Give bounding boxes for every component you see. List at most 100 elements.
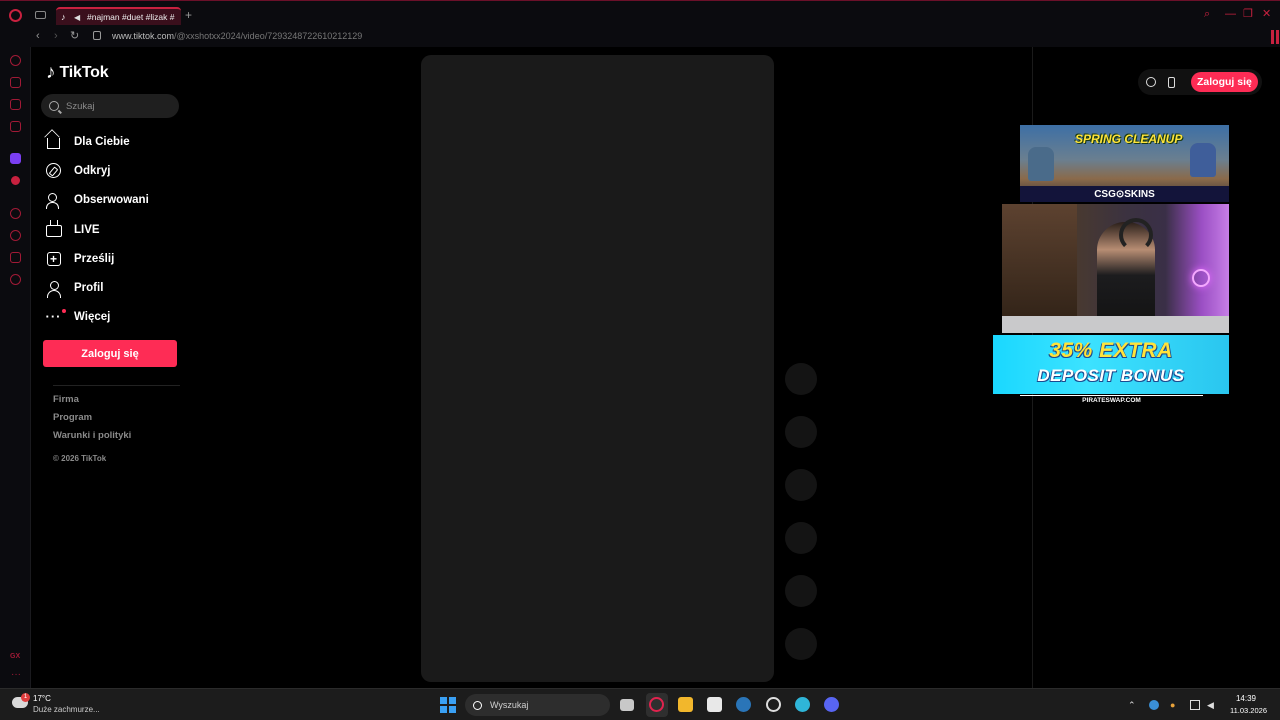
- opera-sidebar: GX ···: [0, 47, 31, 688]
- extensions-icon[interactable]: [10, 252, 21, 263]
- pinboard-icon[interactable]: [1271, 30, 1274, 44]
- store-icon[interactable]: [707, 697, 722, 712]
- maximize-button[interactable]: ❐: [1243, 9, 1253, 20]
- clock-date[interactable]: 11.03.2026: [1230, 706, 1267, 715]
- file-explorer-icon[interactable]: [678, 697, 693, 712]
- nav-item-for-you[interactable]: Dla Ciebie: [45, 127, 149, 156]
- news-icon[interactable]: [10, 121, 21, 132]
- action-button-placeholder[interactable]: [785, 416, 817, 448]
- history-icon[interactable]: [10, 230, 21, 241]
- weather-temperature[interactable]: 17°C: [33, 694, 51, 703]
- desk-image: [1002, 316, 1229, 333]
- nav-label: Profil: [74, 282, 104, 295]
- search-tabs-icon[interactable]: ⌕: [1204, 9, 1210, 20]
- workspaces-icon[interactable]: [35, 11, 46, 19]
- taskbar-search-input[interactable]: [490, 700, 590, 710]
- taskbar-search[interactable]: [465, 694, 610, 716]
- weather-description[interactable]: Duże zachmurze...: [33, 705, 100, 714]
- footer-link-company[interactable]: Firma: [53, 394, 131, 412]
- reload-button[interactable]: ↻: [70, 30, 79, 42]
- copyright: © 2026 TikTok: [53, 454, 107, 463]
- address-bar: ‹ › ↻ www.tiktok.com/@xxshotxx2024/video…: [0, 27, 1280, 47]
- footer: Firma Program Warunki i polityki © 2026 …: [53, 394, 131, 466]
- task-view-icon[interactable]: [620, 699, 634, 711]
- ad-title: SPRING CLEANUP: [1075, 132, 1183, 146]
- browser-tab[interactable]: ♪ ◀ #najman #duet #lizak #: [56, 7, 181, 25]
- settings-icon[interactable]: [10, 274, 21, 285]
- top-actions: Zaloguj się: [1138, 69, 1262, 95]
- network-icon[interactable]: [1190, 700, 1200, 710]
- action-button-placeholder[interactable]: [785, 469, 817, 501]
- nav-label: Więcej: [74, 311, 111, 324]
- nav-item-profile[interactable]: Profil: [45, 273, 149, 302]
- back-button[interactable]: ‹: [36, 30, 40, 42]
- app-icon[interactable]: [766, 697, 781, 712]
- neon-sign-image: [1192, 269, 1210, 287]
- tiktok-favicon-icon: ♪: [61, 12, 66, 22]
- tray-app-icon[interactable]: [1149, 700, 1159, 710]
- minimize-button[interactable]: —: [1225, 9, 1236, 20]
- tiktok-logo-text: TikTok: [59, 64, 109, 81]
- clock-time[interactable]: 14:39: [1236, 694, 1256, 703]
- browser-tab-bar: ♪ ◀ #najman #duet #lizak # + ⌕ — ❐ ✕: [0, 0, 1280, 27]
- main-nav: Dla Ciebie Odkryj Obserwowani LIVE + Prz…: [45, 127, 149, 332]
- nav-item-more[interactable]: ··· Więcej: [45, 303, 149, 332]
- action-button-placeholder[interactable]: [785, 522, 817, 554]
- youtube-icon[interactable]: [11, 176, 20, 185]
- chevron-up-icon[interactable]: ⌃: [1128, 700, 1138, 710]
- windows-start-icon[interactable]: [440, 697, 456, 713]
- edge-icon[interactable]: [795, 697, 810, 712]
- search-box[interactable]: [41, 94, 179, 118]
- action-button-placeholder[interactable]: [785, 628, 817, 660]
- nav-item-live[interactable]: LIVE: [45, 215, 149, 244]
- search-icon: [49, 101, 59, 111]
- sidebar-more-icon[interactable]: ···: [11, 669, 21, 680]
- gx-control-icon[interactable]: GX: [10, 653, 20, 660]
- nav-item-following[interactable]: Obserwowani: [45, 186, 149, 215]
- nav-label: Obserwowani: [74, 194, 149, 207]
- live-icon: [45, 221, 62, 238]
- tiktok-logo[interactable]: ♪ TikTok: [46, 62, 109, 83]
- url-host: www.tiktok.com: [112, 31, 175, 41]
- footer-link-program[interactable]: Program: [53, 412, 131, 430]
- new-tab-button[interactable]: +: [185, 9, 192, 21]
- ad-bonus-subline: DEPOSIT BONUS: [1037, 366, 1185, 385]
- volume-icon[interactable]: ◀: [1207, 700, 1217, 710]
- microphone-icon[interactable]: ●: [1170, 700, 1180, 710]
- discord-icon[interactable]: [824, 697, 839, 712]
- nav-item-upload[interactable]: + Prześlij: [45, 244, 149, 273]
- opera-gx-icon[interactable]: [649, 697, 664, 712]
- gx-corner-icon[interactable]: [10, 77, 21, 88]
- close-button[interactable]: ✕: [1262, 9, 1271, 20]
- deposit-bonus-ad: 35% EXTRA DEPOSIT BONUS: [993, 335, 1229, 394]
- header-login-button[interactable]: Zaloguj się: [1191, 72, 1258, 92]
- opera-menu-icon[interactable]: [9, 9, 22, 22]
- upload-icon: +: [45, 250, 62, 267]
- tab-title: #najman #duet #lizak #: [87, 12, 175, 22]
- forward-button[interactable]: ›: [54, 30, 58, 42]
- ad-character-image: [1028, 147, 1054, 181]
- speed-dial-icon[interactable]: [10, 55, 21, 66]
- following-icon: [45, 192, 62, 209]
- player-icon[interactable]: [10, 208, 21, 219]
- action-button-placeholder[interactable]: [785, 575, 817, 607]
- speaker-icon[interactable]: ◀: [74, 13, 83, 22]
- messenger-icon[interactable]: [10, 99, 21, 110]
- tiktok-note-icon: ♪: [46, 62, 56, 83]
- lock-icon[interactable]: [93, 31, 101, 40]
- ad-bonus-source: PIRATESWAP.COM: [1020, 395, 1203, 404]
- compass-icon[interactable]: [1146, 77, 1156, 87]
- footer-link-terms[interactable]: Warunki i polityki: [53, 430, 131, 448]
- url-field[interactable]: www.tiktok.com/@xxshotxx2024/video/72932…: [112, 31, 362, 41]
- headset-image: [1119, 218, 1153, 252]
- login-button[interactable]: Zaloguj się: [43, 340, 177, 367]
- phone-icon[interactable]: [1168, 76, 1175, 88]
- search-input[interactable]: [66, 100, 166, 112]
- twitch-icon[interactable]: [10, 153, 21, 164]
- video-placeholder[interactable]: [421, 55, 774, 682]
- webcam-feed: [1002, 204, 1229, 333]
- action-button-placeholder[interactable]: [785, 363, 817, 395]
- nav-item-explore[interactable]: Odkryj: [45, 156, 149, 185]
- steam-icon[interactable]: [736, 697, 751, 712]
- search-icon: [473, 700, 482, 710]
